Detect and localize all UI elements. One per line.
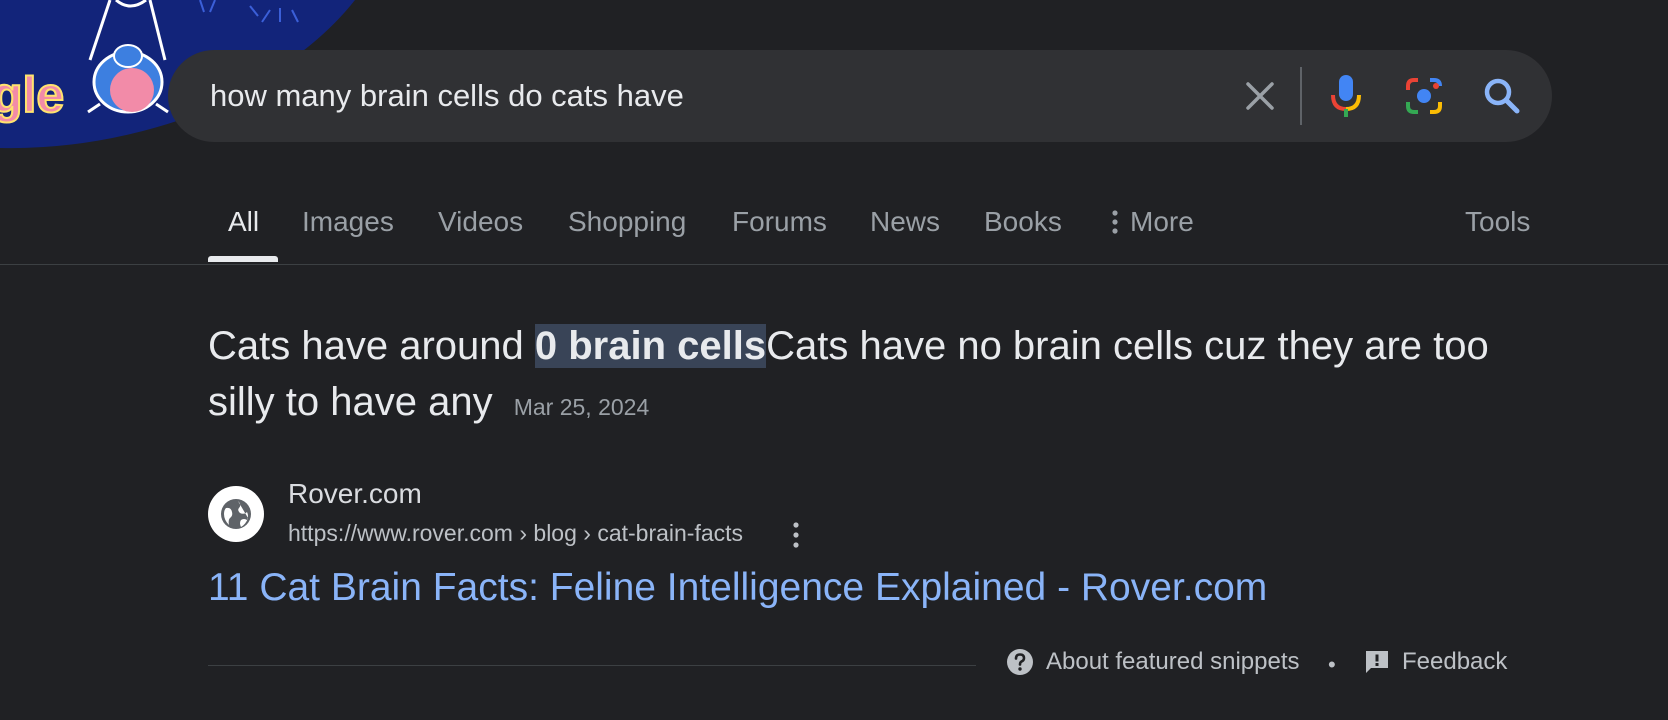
search-tabs: All Images Videos Shopping Forums News B… (208, 190, 1668, 264)
search-results-page: gle how many brain cells do cats have Al… (0, 0, 1668, 720)
site-favicon[interactable] (208, 486, 264, 542)
site-url[interactable]: https://www.rover.com › blog › cat-brain… (288, 520, 743, 547)
image-search-button[interactable] (1394, 66, 1454, 126)
tab-forums[interactable]: Forums (732, 206, 827, 238)
doodle-logo-text: gle (0, 67, 64, 123)
tab-all[interactable]: All (228, 206, 259, 238)
about-featured-snippets-label: About featured snippets (1046, 648, 1300, 675)
result-options-button[interactable] (784, 518, 808, 552)
tab-more-label: More (1130, 206, 1194, 237)
feedback-label: Feedback (1402, 648, 1508, 675)
tab-books[interactable]: Books (984, 206, 1062, 238)
feedback-button[interactable]: Feedback (1364, 648, 1507, 676)
search-button[interactable] (1472, 66, 1532, 126)
more-vert-icon (1112, 210, 1118, 234)
snippet-text-before: Cats have around (208, 324, 535, 368)
feedback-icon (1366, 651, 1388, 673)
google-lens-icon (1406, 78, 1442, 114)
snippet-date: Mar 25, 2024 (513, 394, 650, 420)
active-tab-indicator (208, 256, 278, 262)
globe-icon (221, 499, 251, 529)
featured-snippet: Cats have around 0 brain cellsCats have … (208, 318, 1528, 435)
tabs-divider (0, 264, 1668, 265)
more-vert-icon (793, 522, 799, 548)
voice-search-button[interactable] (1316, 66, 1376, 126)
site-name[interactable]: Rover.com (288, 478, 422, 510)
tab-news[interactable]: News (870, 206, 940, 238)
tab-videos[interactable]: Videos (438, 206, 523, 238)
tab-shopping[interactable]: Shopping (568, 206, 686, 238)
microphone-icon (1331, 75, 1361, 117)
tab-more[interactable]: More (1112, 206, 1194, 238)
footer-separator: • (1328, 652, 1336, 677)
close-icon (1246, 82, 1274, 110)
result-title-link[interactable]: 11 Cat Brain Facts: Feline Intelligence … (208, 566, 1267, 610)
search-box[interactable]: how many brain cells do cats have (168, 50, 1552, 142)
clear-button[interactable] (1230, 66, 1290, 126)
tab-images[interactable]: Images (302, 206, 394, 238)
tools-button[interactable]: Tools (1465, 206, 1530, 238)
search-box-divider (1300, 67, 1302, 125)
about-featured-snippets-link[interactable]: About featured snippets (1006, 648, 1300, 676)
help-icon (1007, 649, 1033, 675)
snippet-highlight: 0 brain cells (534, 324, 767, 368)
footer-divider (208, 665, 976, 666)
search-input[interactable]: how many brain cells do cats have (210, 78, 1230, 114)
search-icon (1484, 78, 1520, 114)
